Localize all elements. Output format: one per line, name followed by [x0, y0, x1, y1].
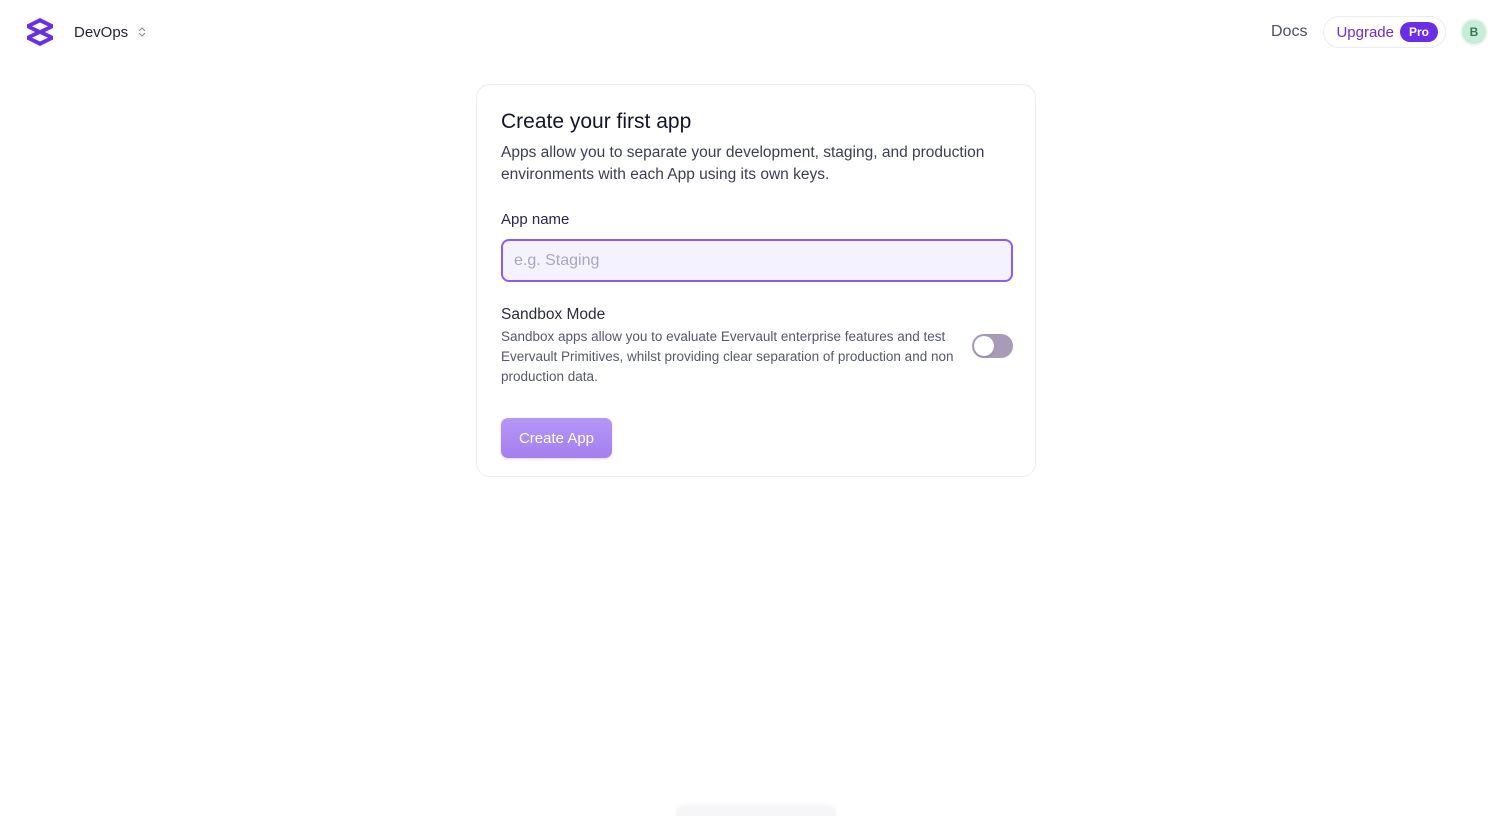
- toggle-knob: [974, 336, 994, 356]
- create-app-card: Create your first app Apps allow you to …: [476, 84, 1036, 477]
- app-name-label: App name: [501, 211, 570, 228]
- upgrade-button[interactable]: Upgrade Pro: [1323, 16, 1446, 48]
- evervault-logo-icon[interactable]: [25, 17, 55, 47]
- sandbox-mode-description: Sandbox apps allow you to evaluate Everv…: [501, 329, 954, 384]
- app-name-input[interactable]: [501, 239, 1013, 282]
- avatar[interactable]: B: [1460, 18, 1488, 46]
- top-bar: DevOps Docs Upgrade Pro B: [0, 0, 1512, 64]
- header-actions: Docs Upgrade Pro B: [1271, 16, 1488, 48]
- chevron-up-down-icon: [139, 27, 146, 37]
- card-description: Apps allow you to separate your developm…: [501, 144, 985, 183]
- create-app-button[interactable]: Create App: [501, 418, 612, 458]
- sandbox-mode-row: Sandbox Mode Sandbox apps allow you to e…: [501, 305, 1013, 387]
- card-title: Create your first app: [501, 110, 692, 133]
- bottom-panel-edge: [676, 806, 836, 816]
- workspace-switcher[interactable]: DevOps: [74, 20, 146, 44]
- sandbox-mode-toggle[interactable]: [972, 334, 1013, 358]
- workspace-name: DevOps: [74, 23, 129, 41]
- sandbox-mode-text: Sandbox Mode Sandbox apps allow you to e…: [501, 305, 971, 387]
- pro-badge: Pro: [1399, 22, 1438, 42]
- upgrade-label: Upgrade: [1336, 23, 1394, 41]
- sandbox-mode-title: Sandbox Mode: [501, 306, 606, 323]
- docs-link[interactable]: Docs: [1271, 23, 1307, 41]
